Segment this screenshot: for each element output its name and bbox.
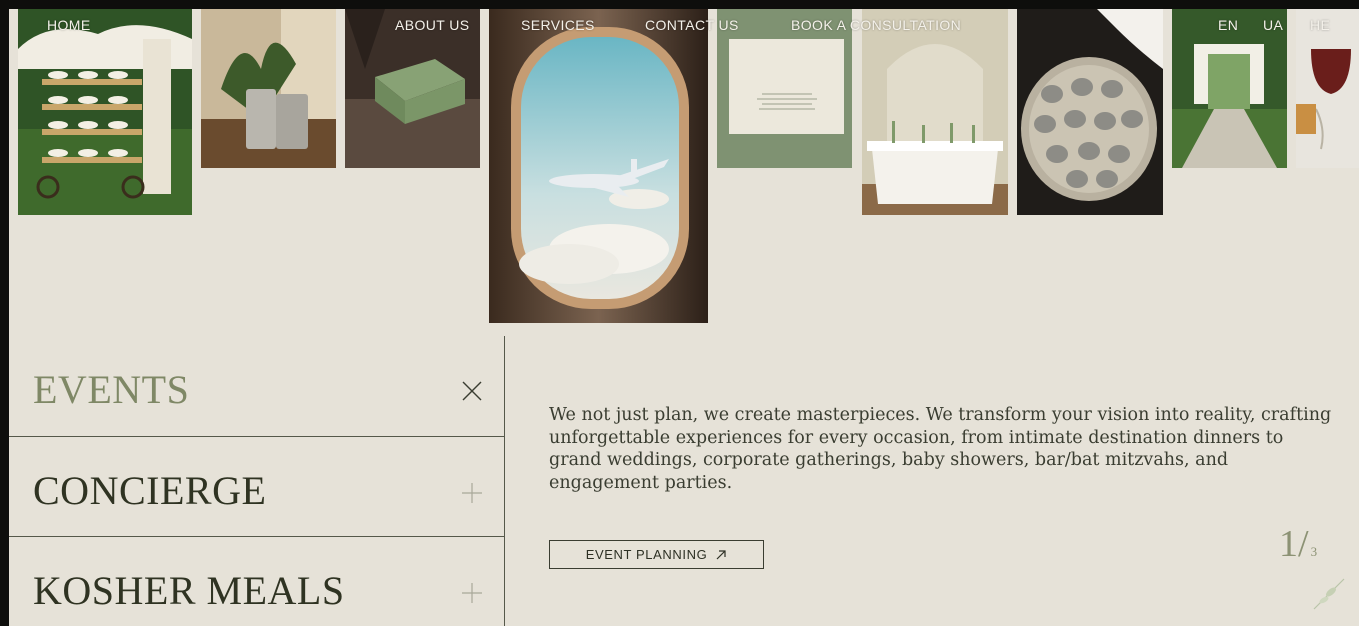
section-divider bbox=[504, 336, 505, 626]
nav-about-us[interactable]: ABOUT US bbox=[395, 17, 470, 33]
event-planning-button[interactable]: EVENT PLANNING bbox=[549, 540, 764, 569]
pager-current: 1/ bbox=[1279, 523, 1309, 565]
leaf-sprig-icon bbox=[1313, 578, 1345, 610]
nav-book-consultation[interactable]: BOOK A CONSULTATION bbox=[791, 17, 961, 33]
accordion-item-kosher-meals[interactable]: KOSHER MEALS bbox=[9, 537, 504, 626]
accordion-title-concierge: CONCIERGE bbox=[33, 468, 267, 513]
plus-icon[interactable] bbox=[459, 480, 485, 506]
services-accordion: EVENTS CONCIERGE KOSHER MEALS bbox=[9, 336, 504, 626]
arrow-up-right-icon bbox=[716, 549, 726, 559]
page: HOME ABOUT US SERVICES CONTACT US BOOK A… bbox=[9, 9, 1359, 626]
slide-pager: 1/3 bbox=[1279, 522, 1317, 566]
accordion-item-concierge[interactable]: CONCIERGE bbox=[9, 437, 504, 536]
top-nav: HOME ABOUT US SERVICES CONTACT US BOOK A… bbox=[9, 9, 1359, 43]
nav-services[interactable]: SERVICES bbox=[521, 17, 595, 33]
lang-en[interactable]: EN bbox=[1218, 17, 1238, 33]
lang-ua[interactable]: UA bbox=[1263, 17, 1283, 33]
nav-contact-us[interactable]: CONTACT US bbox=[645, 17, 739, 33]
accordion-item-events[interactable]: EVENTS bbox=[9, 336, 504, 436]
service-description: We not just plan, we create masterpieces… bbox=[549, 405, 1332, 493]
plus-icon[interactable] bbox=[459, 580, 485, 606]
nav-home[interactable]: HOME bbox=[47, 17, 91, 33]
pager-total: 3 bbox=[1310, 544, 1318, 559]
airplane-window-photo bbox=[489, 9, 708, 323]
event-planning-label: EVENT PLANNING bbox=[585, 547, 708, 562]
close-icon[interactable] bbox=[459, 378, 485, 404]
lang-he[interactable]: HE bbox=[1310, 17, 1330, 33]
accordion-title-kosher-meals: KOSHER MEALS bbox=[33, 568, 345, 613]
accordion-title-events: EVENTS bbox=[33, 367, 190, 412]
